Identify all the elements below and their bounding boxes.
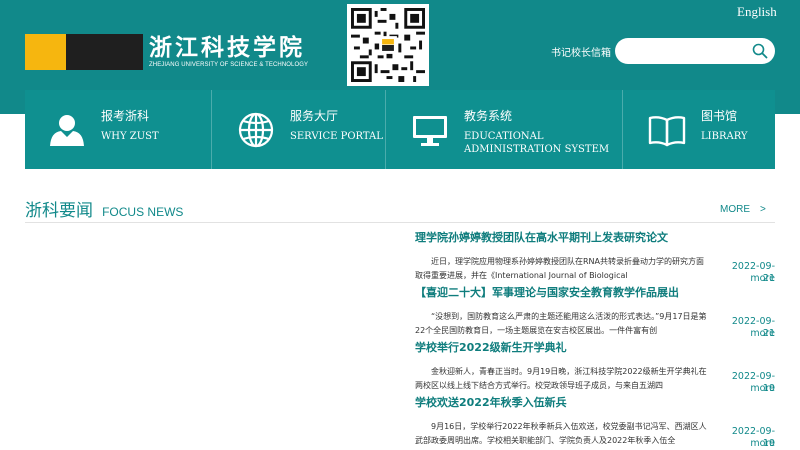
english-link[interactable]: English <box>737 4 777 20</box>
search-box <box>615 38 775 64</box>
logo-yellow-block <box>25 34 66 70</box>
nav-label-cn: 服务大厅 <box>290 109 339 123</box>
logo-subtitle: ZHEJIANG UNIVERSITY OF SCIENCE & TECHNOL… <box>149 62 309 68</box>
news-title[interactable]: 理学院孙婷婷教授团队在高水平期刊上发表研究论文 <box>415 229 775 245</box>
news-title[interactable]: 学校欢送2022年秋季入伍新兵 <box>415 394 775 410</box>
nav-item-educational-admin[interactable]: 教务系统 EDUCATIONAL ADMINISTRATION SYSTEM <box>385 90 622 169</box>
nav-label-en-line1: EDUCATIONAL <box>464 131 544 142</box>
qr-code-icon <box>351 8 425 82</box>
monitor-icon <box>413 116 447 146</box>
nav-item-library[interactable]: 图书馆 LIBRARY <box>622 90 775 169</box>
quick-nav: 报考浙科 WHY ZUST 服务大厅 SERVICE PORTAL 教务系统 E… <box>25 90 775 169</box>
news-item: 【喜迎二十大】军事理论与国家安全教育教学作品展出 “没想到，国防教育这么严肃的主… <box>415 284 775 339</box>
mailbox-link[interactable]: 书记校长信箱 <box>551 44 611 59</box>
news-item: 学校举行2022级新生开学典礼 金秋迎新人，青春正当时。9月19日晚，浙江科技学… <box>415 339 775 394</box>
site-logo[interactable]: 浙江科技学院 ZHEJIANG UNIVERSITY OF SCIENCE & … <box>25 34 308 70</box>
news-summary: 9月16日，学校举行2022年秋季新兵入伍欢送，校党委副书记冯军、西湖区人武部政… <box>415 422 707 445</box>
nav-label-cn: 报考浙科 <box>101 109 150 123</box>
news-summary: “没想到，国防教育这么严肃的主题还能用这么活泼的形式表达。”9月17日是第22个… <box>415 312 707 335</box>
nav-label-en: WHY ZUST <box>101 131 159 142</box>
book-icon <box>648 116 686 147</box>
nav-item-service-portal[interactable]: 服务大厅 SERVICE PORTAL <box>211 90 385 169</box>
qr-code <box>347 4 429 86</box>
news-item: 理学院孙婷婷教授团队在高水平期刊上发表研究论文 近日，理学院应用物理系孙婷婷教授… <box>415 229 775 284</box>
divider <box>25 222 775 223</box>
focus-news-heading: 浙科要闻 FOCUS NEWS <box>25 196 183 221</box>
focus-news-more-link[interactable]: MORE > <box>720 200 766 215</box>
focus-news-title-en: FOCUS NEWS <box>102 205 184 219</box>
logo-title: 浙江科技学院 <box>149 34 305 61</box>
nav-label-en: SERVICE PORTAL <box>290 131 383 142</box>
globe-icon <box>238 112 274 148</box>
news-summary: 近日，理学院应用物理系孙婷婷教授团队在RNA共转录折叠动力学的研究方面取得重要进… <box>415 257 705 280</box>
nav-label-cn: 教务系统 <box>464 109 513 123</box>
logo-black-block <box>66 34 143 70</box>
news-more-link[interactable]: more <box>723 438 775 450</box>
search-input[interactable] <box>625 42 745 60</box>
user-icon <box>50 115 84 146</box>
news-title[interactable]: 学校举行2022级新生开学典礼 <box>415 339 775 355</box>
news-summary: 金秋迎新人，青春正当时。9月19日晚，浙江科技学院2022级新生开学典礼在两校区… <box>415 367 707 390</box>
nav-label-en: LIBRARY <box>701 131 748 142</box>
nav-label-en-line2: ADMINISTRATION SYSTEM <box>464 144 610 155</box>
news-item: 学校欢送2022年秋季入伍新兵 9月16日，学校举行2022年秋季新兵入伍欢送，… <box>415 394 775 450</box>
search-icon[interactable] <box>751 42 769 60</box>
focus-news-title-cn: 浙科要闻 <box>25 201 93 221</box>
nav-label-cn: 图书馆 <box>701 109 738 123</box>
nav-item-why-zust[interactable]: 报考浙科 WHY ZUST <box>25 90 211 169</box>
news-title[interactable]: 【喜迎二十大】军事理论与国家安全教育教学作品展出 <box>415 284 775 300</box>
